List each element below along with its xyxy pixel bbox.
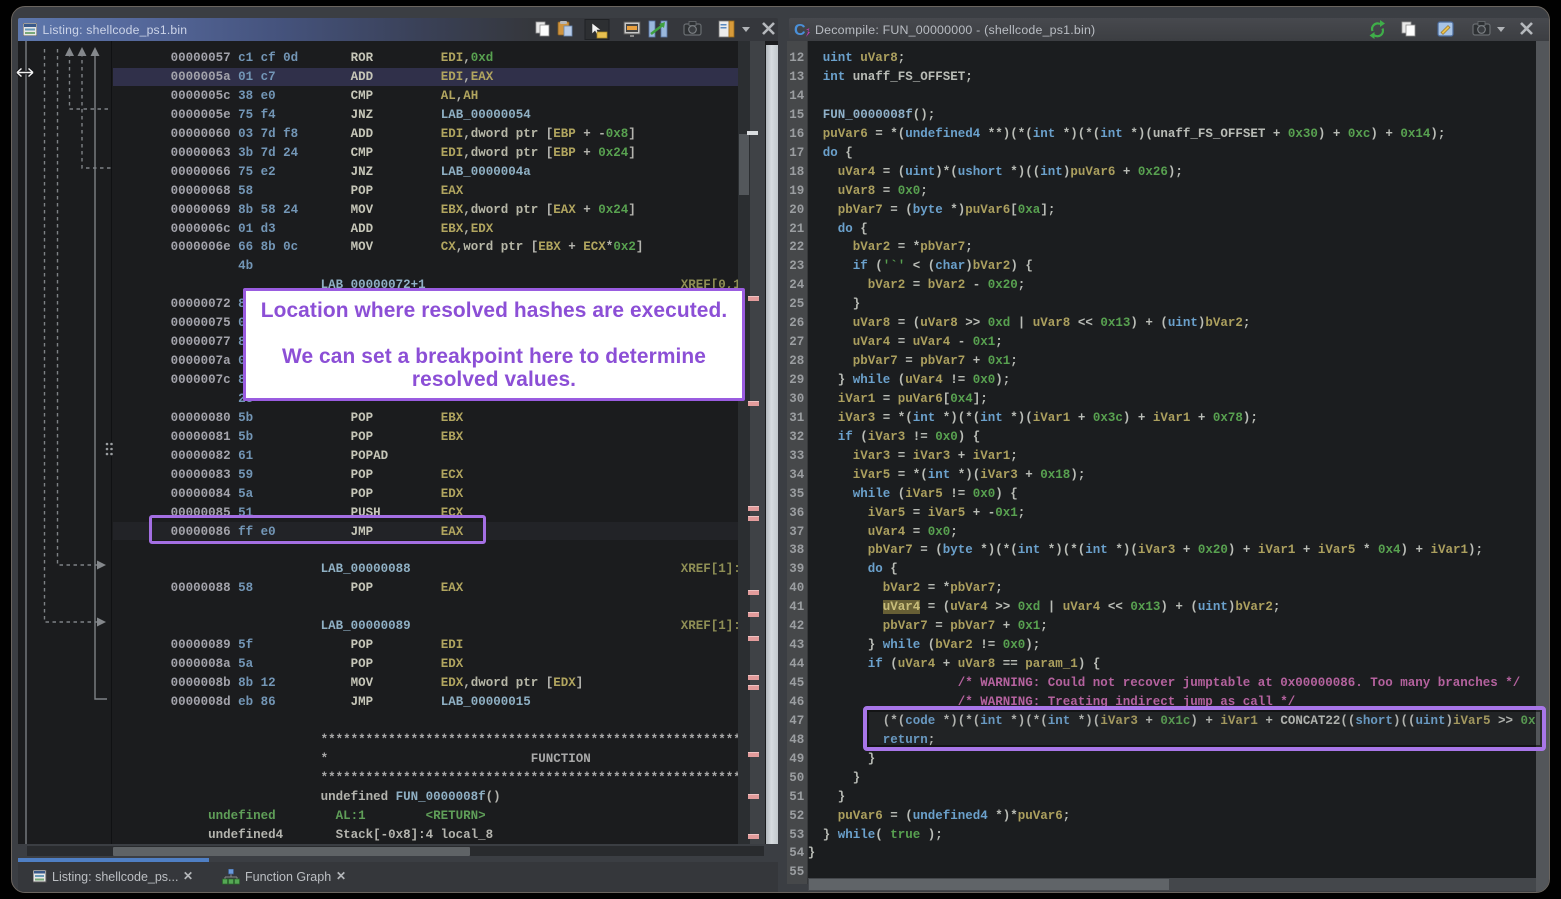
svg-text:C: C [794, 22, 806, 39]
